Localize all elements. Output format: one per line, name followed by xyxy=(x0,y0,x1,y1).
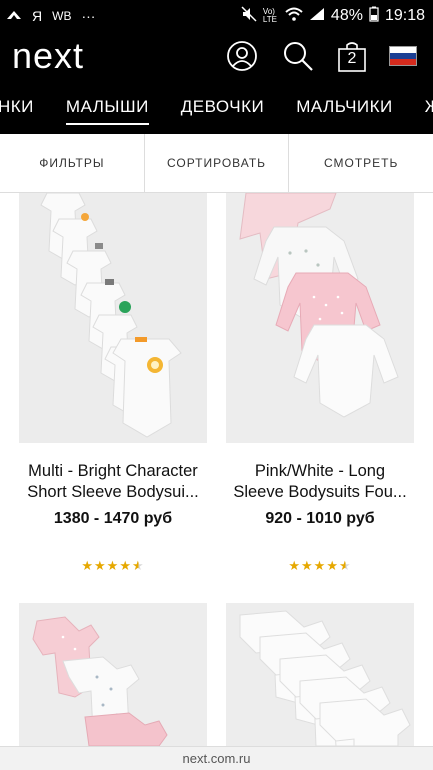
view-button[interactable]: СМОТРЕТЬ xyxy=(289,134,433,192)
battery-icon xyxy=(369,6,379,27)
search-icon[interactable] xyxy=(281,39,315,73)
wifi-icon xyxy=(285,7,303,26)
star-icon: ★ xyxy=(326,558,339,573)
star-icon: ★ xyxy=(81,558,95,573)
shopping-bag-button[interactable]: 2 xyxy=(337,40,367,72)
russia-flag-icon[interactable] xyxy=(389,46,417,66)
product-card[interactable] xyxy=(226,603,414,746)
product-card[interactable] xyxy=(19,603,207,746)
mute-icon xyxy=(241,5,257,27)
star-icon: ★ xyxy=(301,558,314,573)
yandex-icon: Я xyxy=(32,8,43,24)
product-name-line-1: Multi - Bright Character xyxy=(28,462,198,480)
category-nav: НКИ МАЛЫШИ ДЕВОЧКИ МАЛЬЧИКИ Ж xyxy=(0,80,433,134)
flag-stripe-red xyxy=(390,59,416,65)
star-icon: ★ xyxy=(106,558,120,573)
star-icon: ★ xyxy=(288,558,302,573)
white-bodysuits-illustration xyxy=(226,603,414,746)
signal-icon xyxy=(309,7,325,26)
next-logo[interactable]: next xyxy=(0,35,84,77)
nav-item-babies[interactable]: МАЛЫШИ xyxy=(65,97,149,125)
product-card[interactable]: Pink/White - Long Sleeve Bodysuits Fou..… xyxy=(226,193,414,574)
site-header: next 2 xyxy=(0,32,433,80)
more-notifications-icon: ··· xyxy=(81,8,96,24)
product-name[interactable]: Pink/White - Long Sleeve Bodysuits Fou..… xyxy=(226,461,414,503)
short-sleeve-bodysuits-illustration xyxy=(19,603,207,746)
long-sleeve-bodysuits-illustration xyxy=(226,193,414,443)
toolbar: ФИЛЬТРЫ СОРТИРОВАТЬ СМОТРЕТЬ xyxy=(0,134,433,193)
notification-icon xyxy=(6,8,22,25)
product-name[interactable]: Multi - Bright Character Short Sleeve Bo… xyxy=(19,461,207,503)
product-image[interactable] xyxy=(19,603,207,746)
sort-button[interactable]: СОРТИРОВАТЬ xyxy=(145,134,290,192)
product-image[interactable] xyxy=(226,193,414,443)
wb-icon: WB xyxy=(52,9,72,23)
status-bar: Я WB ··· Vo) LTE 48% 19:18 xyxy=(0,0,433,32)
nav-item-partial-right[interactable]: Ж xyxy=(425,97,433,117)
product-card[interactable]: Multi - Bright Character Short Sleeve Bo… xyxy=(19,193,207,574)
nav-item-partial-left[interactable]: НКИ xyxy=(0,97,34,117)
browser-url-bar[interactable]: next.com.ru xyxy=(0,746,433,770)
lte-label: Vo) LTE xyxy=(262,7,277,24)
filters-button[interactable]: ФИЛЬТРЫ xyxy=(0,134,145,192)
half-star-icon: ★ xyxy=(338,558,352,573)
account-icon[interactable] xyxy=(225,39,259,73)
product-image[interactable] xyxy=(19,193,207,443)
battery-percent: 48% xyxy=(330,7,363,24)
nav-item-boys[interactable]: МАЛЬЧИКИ xyxy=(296,97,393,117)
star-icon: ★ xyxy=(119,558,132,573)
nav-item-girls[interactable]: ДЕВОЧКИ xyxy=(181,97,264,117)
product-name-line-2: Short Sleeve Bodysui... xyxy=(27,483,199,501)
clock: 19:18 xyxy=(384,7,425,24)
rating-stars: ★★★★★ xyxy=(226,558,414,574)
product-price: 920 - 1010 руб xyxy=(265,510,375,527)
product-name-line-2: Sleeve Bodysuits Fou... xyxy=(233,483,407,501)
rating-stars: ★★★★★ xyxy=(19,558,207,574)
star-icon: ★ xyxy=(94,558,107,573)
star-icon: ★ xyxy=(313,558,327,573)
product-name-line-1: Pink/White - Long xyxy=(254,462,386,480)
product-price: 1380 - 1470 руб xyxy=(53,510,173,527)
bag-count: 2 xyxy=(347,50,357,67)
url-text: next.com.ru xyxy=(182,751,251,766)
bodysuits-illustration xyxy=(19,193,207,443)
half-star-icon: ★ xyxy=(131,558,145,573)
product-image[interactable] xyxy=(226,603,414,746)
